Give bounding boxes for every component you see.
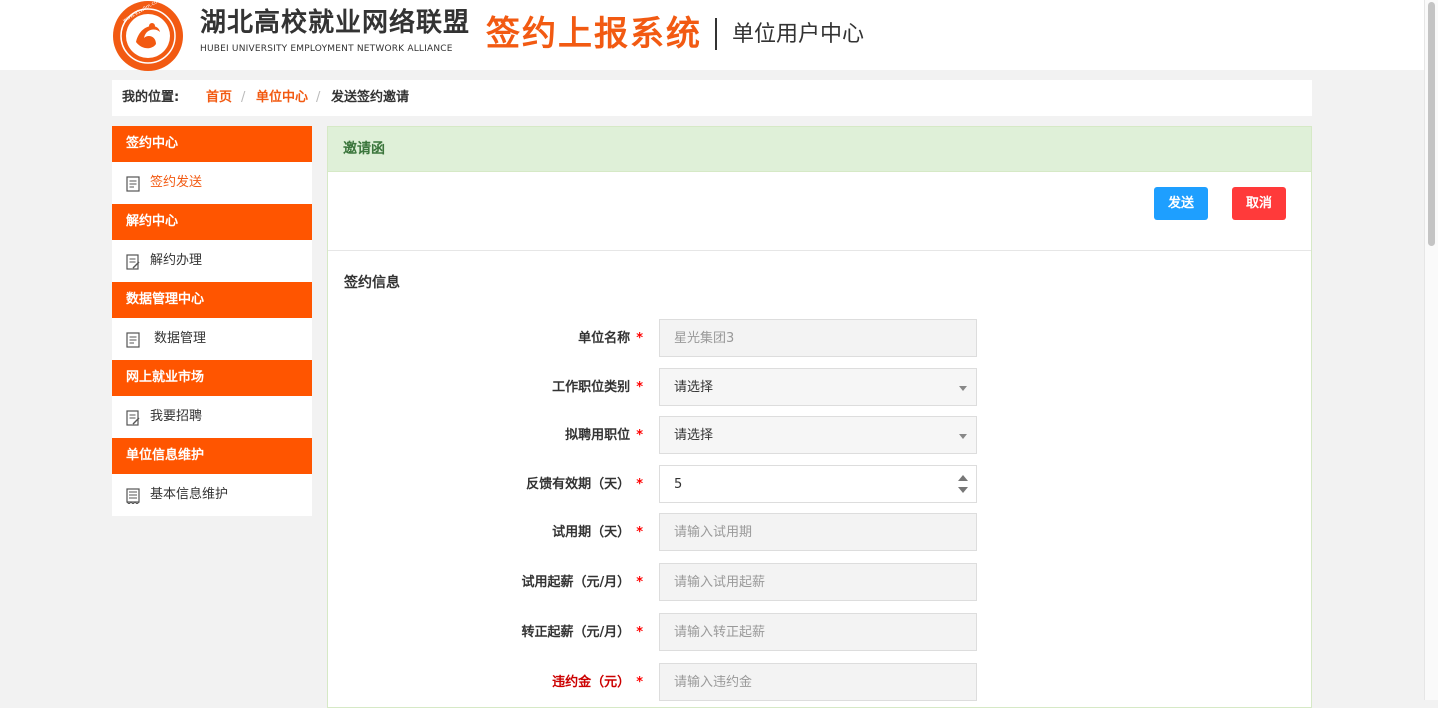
send-button[interactable]: 发送 (1154, 187, 1208, 220)
sidebar-heading-sign-center: 签约中心 (112, 126, 312, 162)
panel-divider (328, 250, 1311, 251)
document-edit-icon (126, 410, 140, 426)
breadcrumb-current: 发送签约邀请 (331, 90, 410, 105)
breadcrumb: 我的位置: 首页 / 单位中心 / 发送签约邀请 (112, 80, 1312, 116)
sidebar-item-basic-info[interactable]: 基本信息维护 (112, 474, 312, 516)
sidebar-item-recruit[interactable]: 我要招聘 (112, 396, 312, 438)
form-row-probation-salary: 试用起薪（元/月） * 请输入试用起薪 (328, 563, 1311, 603)
breadcrumb-separator: / (241, 90, 246, 105)
regular-salary-input[interactable]: 请输入转正起薪 (659, 613, 977, 651)
form-row-probation: 试用期（天） * 请输入试用期 (328, 513, 1311, 553)
document-edit-icon (126, 254, 140, 270)
form-row-feedback-period: 反馈有效期（天） * 5 (328, 465, 1311, 505)
form-row-regular-salary: 转正起薪（元/月） * 请输入转正起薪 (328, 613, 1311, 653)
brand-name-en: HUBEI UNIVERSITY EMPLOYMENT NETWORK ALLI… (200, 44, 453, 54)
field-label: 拟聘用职位 * (565, 428, 643, 443)
breadcrumb-home-link[interactable]: 首页 (206, 80, 232, 116)
brand-name-cn: 湖北高校就业网络联盟 (200, 8, 471, 38)
sidebar-item-label: 签约发送 (150, 175, 203, 190)
field-label: 反馈有效期（天） * (526, 477, 643, 492)
penalty-input[interactable]: 请输入违约金 (659, 663, 977, 701)
field-label: 工作职位类别 * (552, 380, 643, 395)
sidebar-item-label: 数据管理 (154, 331, 207, 346)
site-header: www.91wllm.com 湖北高校就业网络联盟 HUBEI UNIVERSI… (0, 0, 1424, 72)
document-icon (126, 176, 140, 192)
chevron-down-icon (959, 434, 967, 439)
field-label: 试用起薪（元/月） * (521, 575, 643, 590)
header-divider (715, 18, 717, 50)
form-row-job-category: 工作职位类别 * 请选择 (328, 368, 1311, 408)
sidebar: 签约中心 签约发送 解约中心 解约办理 数据管理中心 数据管理 网上就业市场 我… (112, 126, 312, 516)
position-select[interactable]: 请选择 (659, 416, 977, 454)
probation-input[interactable]: 请输入试用期 (659, 513, 977, 551)
number-stepper[interactable] (958, 473, 968, 497)
probation-salary-input[interactable]: 请输入试用起薪 (659, 563, 977, 601)
page-scrollbar[interactable] (1424, 0, 1438, 700)
breadcrumb-label: 我的位置: (122, 90, 180, 105)
alliance-logo[interactable]: www.91wllm.com (112, 0, 184, 72)
field-label: 单位名称 * (578, 331, 643, 346)
form-row-position: 拟聘用职位 * 请选择 (328, 416, 1311, 456)
job-category-select[interactable]: 请选择 (659, 368, 977, 406)
stepper-up-icon[interactable] (958, 475, 968, 481)
sidebar-heading-job-market: 网上就业市场 (112, 360, 312, 396)
sidebar-item-label: 解约办理 (150, 253, 203, 268)
sidebar-heading-data-center: 数据管理中心 (112, 282, 312, 318)
breadcrumb-unit-center-link[interactable]: 单位中心 (256, 80, 308, 116)
unit-name-field: 星光集团3 (659, 319, 977, 357)
sidebar-item-label: 基本信息维护 (150, 487, 229, 502)
brand: 湖北高校就业网络联盟 HUBEI UNIVERSITY EMPLOYMENT N… (200, 6, 470, 54)
chevron-down-icon (959, 386, 967, 391)
field-label: 转正起薪（元/月） * (521, 625, 643, 640)
invitation-panel: 邀请函 发送 取消 签约信息 单位名称 * 星光集团3 工作职位类别 * 请选择 拟… (327, 126, 1312, 708)
scrollbar-thumb[interactable] (1428, 2, 1435, 246)
section-title: 签约信息 (344, 275, 400, 291)
sidebar-item-data-manage[interactable]: 数据管理 (112, 318, 312, 360)
sidebar-item-sign-send[interactable]: 签约发送 (112, 162, 312, 204)
sidebar-item-cancel-handle[interactable]: 解约办理 (112, 240, 312, 282)
system-title: 签约上报系统 (486, 14, 702, 54)
field-label: 试用期（天） * (552, 525, 643, 540)
form-row-unit-name: 单位名称 * 星光集团3 (328, 319, 1311, 359)
form-row-penalty: 违约金（元） * 请输入违约金 (328, 663, 1311, 703)
sidebar-heading-cancel-center: 解约中心 (112, 204, 312, 240)
feedback-period-input[interactable]: 5 (659, 465, 977, 503)
list-document-icon (126, 488, 140, 504)
sidebar-item-label: 我要招聘 (150, 409, 203, 424)
stepper-down-icon[interactable] (958, 487, 968, 493)
sidebar-heading-unit-info: 单位信息维护 (112, 438, 312, 474)
breadcrumb-separator: / (316, 90, 321, 105)
document-icon (126, 332, 140, 348)
user-center-title: 单位用户中心 (732, 22, 865, 47)
cancel-button[interactable]: 取消 (1232, 187, 1286, 220)
field-label: 违约金（元） * (552, 675, 643, 690)
panel-title: 邀请函 (328, 127, 1311, 172)
